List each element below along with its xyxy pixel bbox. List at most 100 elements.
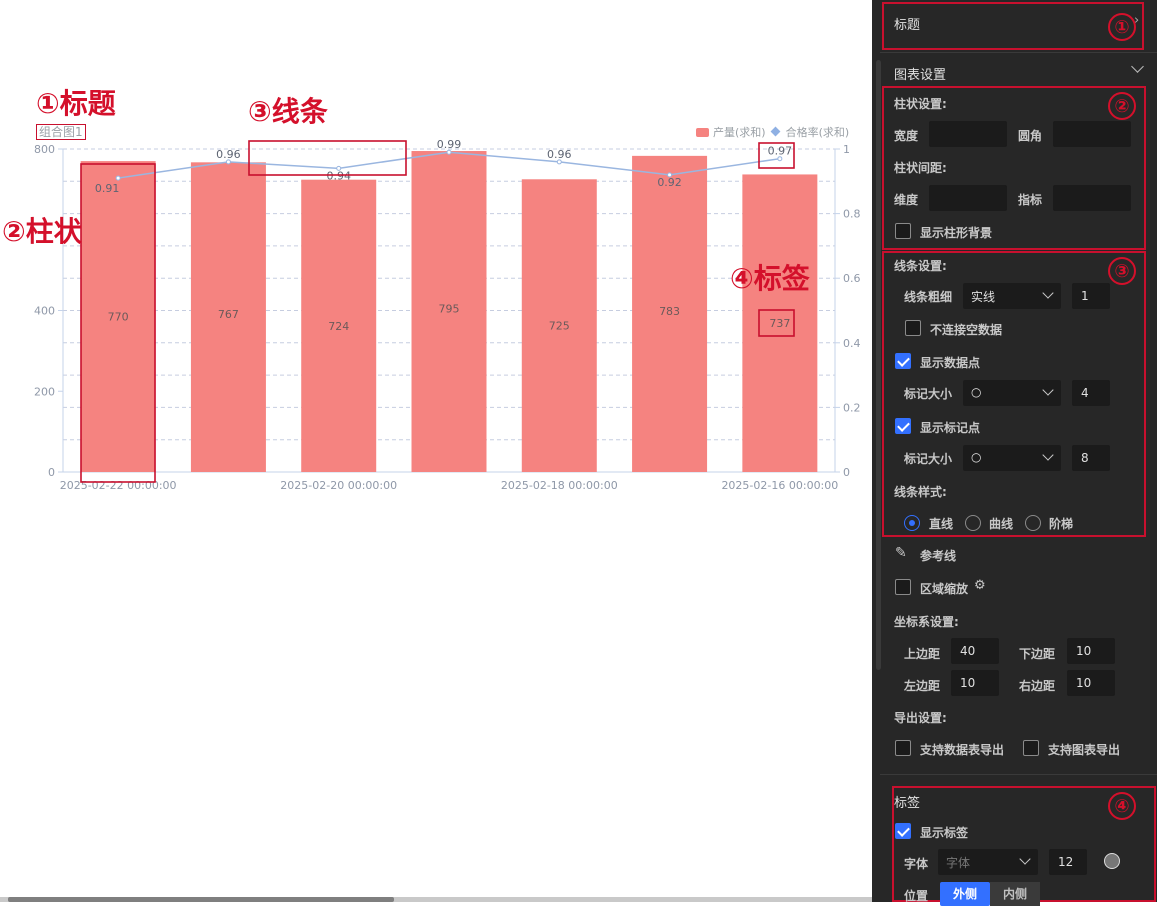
chart-settings-header[interactable]: 图表设置 [894, 64, 946, 83]
marker-shape-select-2[interactable]: ○ [963, 445, 1061, 471]
marker-size-input-2[interactable]: 8 [1072, 445, 1110, 471]
annotation-label: ④标签 [730, 262, 810, 295]
label-section-header[interactable]: 标签 [894, 792, 920, 811]
legend-line-swatch [770, 128, 782, 136]
style-curve-label: 曲线 [989, 517, 1014, 531]
marker-4: ④ [1108, 792, 1136, 820]
show-bar-bg-checkbox[interactable] [895, 223, 911, 239]
panel-scrollbar[interactable] [876, 60, 881, 670]
bar-data-label: 795 [439, 303, 460, 316]
position-inside-option[interactable]: 内侧 [990, 882, 1041, 906]
show-data-points-checkbox[interactable] [895, 353, 911, 369]
line-style-label: 线条样式: [894, 485, 947, 499]
y-tick-label-left: 400 [34, 305, 55, 318]
export-settings-label: 导出设置: [894, 711, 947, 725]
chevron-down-icon [1019, 853, 1031, 865]
zoom-label: 区域缩放 [920, 582, 969, 596]
width-label: 宽度 [894, 129, 919, 143]
bar-data-label: 737 [769, 317, 790, 330]
legend-bar-label[interactable]: 产量(求和) [713, 124, 766, 140]
y-tick-label-left: 800 [34, 143, 55, 156]
divider [880, 774, 1157, 775]
line-type-select[interactable]: 实线 [963, 283, 1061, 309]
line-data-label: 0.91 [95, 182, 120, 195]
gear-icon[interactable]: ⚙ [974, 578, 986, 593]
chevron-down-icon [1042, 287, 1054, 299]
legend-line-label[interactable]: 合格率(求和) [786, 124, 850, 140]
y-tick-label-right: 0 [843, 466, 850, 479]
line-settings-label: 线条设置: [894, 259, 947, 273]
bottom-margin-input[interactable]: 10 [1067, 638, 1115, 664]
marker-shape-select[interactable]: ○ [963, 380, 1061, 406]
divider [880, 52, 1157, 53]
highlight-box-1 [882, 2, 1144, 50]
show-marker-points-label: 显示标记点 [920, 421, 981, 435]
top-margin-label: 上边距 [904, 647, 941, 661]
left-margin-input[interactable]: 10 [951, 670, 999, 696]
line-point [115, 175, 121, 181]
style-straight-label: 直线 [929, 517, 954, 531]
reference-line-label[interactable]: 参考线 [920, 547, 956, 564]
x-tick-label: 2025-02-22 00:00:00 [60, 479, 177, 492]
line-data-label: 0.92 [657, 176, 682, 189]
font-label: 字体 [904, 857, 929, 871]
show-marker-points-checkbox[interactable] [895, 418, 911, 434]
chart-legend[interactable]: 产量(求和) 合格率(求和) [696, 124, 849, 140]
metric-label: 指标 [1018, 193, 1043, 207]
chart-settings-label: 图表设置 [894, 68, 947, 83]
export-chart-label: 支持图表导出 [1048, 743, 1121, 757]
marker-1: ① [1108, 13, 1136, 41]
show-label-label: 显示标签 [920, 826, 969, 840]
annotation-title: ①标题 [36, 87, 116, 120]
export-chart-checkbox[interactable] [1023, 740, 1039, 756]
marker-2: ② [1108, 92, 1136, 120]
pencil-icon[interactable]: ✎ [895, 545, 907, 561]
disconnect-null-checkbox[interactable] [905, 320, 921, 336]
marker-3: ③ [1108, 257, 1136, 285]
line-data-label: 0.97 [768, 145, 793, 158]
line-width-input[interactable]: 1 [1072, 283, 1110, 309]
bar-data-label: 770 [108, 311, 129, 324]
position-toggle[interactable]: 外侧 内侧 [940, 882, 1041, 906]
y-tick-label-right: 0.2 [843, 401, 861, 414]
chevron-down-icon [1042, 449, 1054, 461]
horizontal-scrollbar[interactable] [0, 897, 872, 902]
x-tick-label: 2025-02-18 00:00:00 [501, 479, 618, 492]
chevron-down-icon [1042, 384, 1054, 396]
chart-title: 组合图1 [36, 124, 86, 140]
chart-area: 0 200 400 800 0 0.2 0.4 0.6 0.8 1 770 767 724 795 725 7… [0, 0, 872, 902]
right-margin-input[interactable]: 10 [1067, 670, 1115, 696]
style-step-radio[interactable] [1025, 515, 1041, 531]
legend-bar-swatch [696, 127, 709, 137]
bar-settings-label: 柱状设置: [894, 97, 947, 111]
line-data-label: 0.96 [547, 148, 572, 161]
horizontal-scrollbar-thumb[interactable] [8, 897, 394, 902]
annotation-line: ③线条 [248, 95, 328, 128]
y-tick-label-right: 0.4 [843, 337, 861, 350]
style-straight-radio[interactable] [904, 515, 920, 531]
metric-gap-input[interactable] [1053, 185, 1131, 211]
bar-data-label: 724 [328, 320, 349, 333]
font-size-input[interactable]: 12 [1049, 849, 1087, 875]
bar-radius-input[interactable] [1053, 121, 1131, 147]
export-table-checkbox[interactable] [895, 740, 911, 756]
style-curve-radio[interactable] [965, 515, 981, 531]
marker-shape-value-2: ○ [971, 450, 982, 464]
coord-settings-label: 坐标系设置: [894, 615, 959, 629]
dimension-gap-input[interactable] [929, 185, 1007, 211]
left-margin-label: 左边距 [904, 679, 941, 693]
show-data-points-label: 显示数据点 [920, 356, 981, 370]
marker-shape-value: ○ [971, 385, 982, 399]
font-select[interactable]: 字体 [938, 849, 1038, 875]
top-margin-input[interactable]: 40 [951, 638, 999, 664]
marker-size-input-1[interactable]: 4 [1072, 380, 1110, 406]
y-tick-label-right: 0.8 [843, 208, 861, 221]
line-data-label: 0.99 [437, 138, 462, 151]
bar-data-label: 783 [659, 305, 680, 318]
show-label-checkbox[interactable] [895, 823, 911, 839]
line-data-label: 0.96 [216, 148, 241, 161]
color-picker[interactable] [1104, 853, 1120, 869]
position-outside-option[interactable]: 外侧 [940, 882, 991, 906]
bar-width-input[interactable] [929, 121, 1007, 147]
zoom-checkbox[interactable] [895, 579, 911, 595]
